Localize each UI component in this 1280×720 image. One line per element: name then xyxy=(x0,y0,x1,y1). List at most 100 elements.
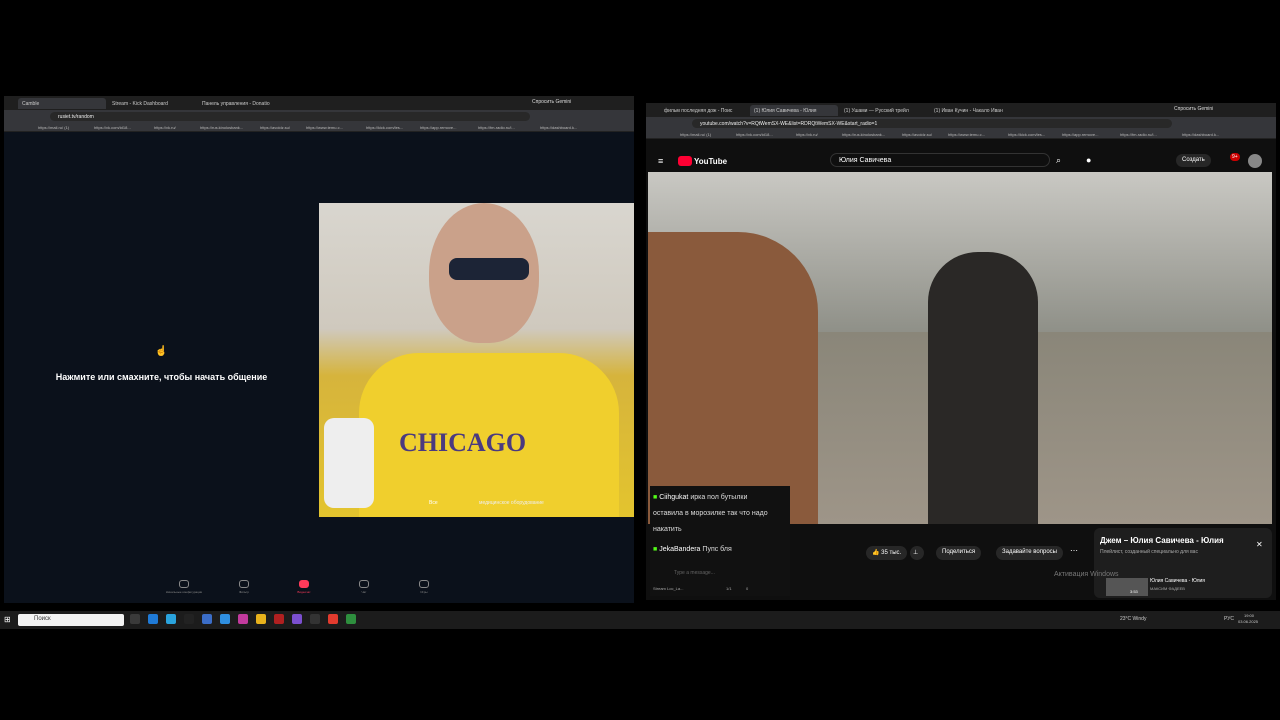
left-bm-5[interactable]: https://avoidz.su/ xyxy=(260,125,290,130)
nav-games-label: Игры xyxy=(420,590,428,594)
right-bm-10[interactable]: https://dashboard.k... xyxy=(1182,132,1219,137)
chat-start-prompt[interactable]: Нажмите или смахните, чтобы начать общен… xyxy=(4,372,319,382)
video-person-left xyxy=(648,232,818,524)
nav-config[interactable]: Начальные конфигурации xyxy=(164,580,204,594)
app-icon[interactable] xyxy=(310,614,320,624)
chat-line: накатить xyxy=(653,526,682,533)
create-label: Создать xyxy=(1182,157,1205,163)
create-button[interactable]: Создать xyxy=(1176,154,1211,167)
left-bm-1[interactable]: https://mail.ru/ (1) xyxy=(38,125,69,130)
app-icon[interactable] xyxy=(184,614,194,624)
left-bm-3[interactable]: https://vk.ru/ xyxy=(154,125,176,130)
right-bm-9[interactable]: https://fm-radio.ru/i... xyxy=(1120,132,1157,137)
app-icon[interactable] xyxy=(274,614,284,624)
more-icon[interactable]: ⋯ xyxy=(1070,546,1078,555)
clock-time[interactable]: 19:00 xyxy=(1244,613,1254,618)
search-icon[interactable]: ⌕ xyxy=(1056,155,1061,166)
left-tab-bar: Camble Stream - Kick Dashboard Панель уп… xyxy=(4,96,634,110)
right-tab-1[interactable]: фильм последняя дож - Поис xyxy=(660,105,748,116)
video-person-right xyxy=(928,252,1038,524)
taskbar-search[interactable]: Поиск xyxy=(18,614,124,626)
like-count: 35 тыс. xyxy=(881,550,902,556)
left-tab-2[interactable]: Stream - Kick Dashboard xyxy=(108,98,196,109)
like-button[interactable]: 👍 35 тыс. xyxy=(866,546,908,560)
right-address-bar[interactable]: youtube.com/watch?v=RQtWemSX-WE&list=RDR… xyxy=(692,119,1172,128)
games-icon xyxy=(419,580,429,588)
left-bm-2[interactable]: https://vk.com/id18... xyxy=(94,125,131,130)
left-bm-10[interactable]: https://dashboard.k... xyxy=(540,125,577,130)
left-tab-3[interactable]: Панель управления - Donatio xyxy=(198,98,290,109)
chat-icon xyxy=(359,580,369,588)
right-tab-3[interactable]: (1) Ушами — Русский трейл xyxy=(840,105,928,116)
right-gemini-button[interactable]: Спросить Gemini xyxy=(1174,106,1213,112)
menu-icon[interactable]: ≡ xyxy=(658,156,663,166)
right-bm-3[interactable]: https://vk.ru/ xyxy=(796,132,818,137)
chat-user: Ciihgukat xyxy=(659,494,689,501)
left-bm-8[interactable]: https://app.remove... xyxy=(420,125,456,130)
chat-text: Пупс бля xyxy=(702,546,732,553)
right-bm-8[interactable]: https://app.remove... xyxy=(1062,132,1098,137)
left-bm-4[interactable]: https://rus.kinolosbank... xyxy=(200,125,243,130)
right-tab-2-label: (1) Юлия Савичева - Юлия xyxy=(754,108,817,114)
nav-chat[interactable]: Чат xyxy=(344,580,384,594)
avatar[interactable] xyxy=(1248,154,1262,168)
close-icon[interactable]: ✕ xyxy=(1256,540,1263,549)
right-bm-2[interactable]: https://vk.com/id18... xyxy=(736,132,773,137)
left-bm-6[interactable]: https://www.temu.c... xyxy=(306,125,343,130)
right-bm-1[interactable]: https://mail.ru/ (1) xyxy=(680,132,711,137)
cam-filter-label[interactable]: Все xyxy=(429,500,438,506)
chrome-icon[interactable] xyxy=(328,614,338,624)
ask-button[interactable]: Задавайте вопросы xyxy=(996,546,1063,560)
clock-date: 03.06.2025 xyxy=(1238,619,1259,624)
mic-icon[interactable]: ● xyxy=(1086,155,1091,165)
right-tab-4-label: (1) Иван Кучин - Чакало Иван xyxy=(934,108,1003,114)
edge-icon[interactable] xyxy=(148,614,158,624)
app-icon[interactable] xyxy=(346,614,356,624)
telegram-icon[interactable] xyxy=(166,614,176,624)
app-icon[interactable] xyxy=(202,614,212,624)
dislike-button[interactable]: ⊥ xyxy=(910,546,924,560)
left-gemini-button[interactable]: Спросить Gemini xyxy=(532,99,571,105)
right-bm-5[interactable]: https://avoidz.su/ xyxy=(902,132,932,137)
app-icon[interactable] xyxy=(238,614,248,624)
windows-activation: Активация Windows xyxy=(1054,571,1119,578)
task-view-icon[interactable] xyxy=(130,614,140,624)
mix-sub: Плейлист, созданный специально для вас xyxy=(1100,549,1198,555)
mix-panel: Джем – Юлия Савичева - Юлия Плейлист, со… xyxy=(1094,528,1272,598)
right-bm-7[interactable]: https://kick.com/les... xyxy=(1008,132,1045,137)
nav-videochat[interactable]: Видеочат xyxy=(284,580,324,594)
nav-filter-label: Фильтр xyxy=(238,590,250,594)
chat-footer: Stream Loc_La... xyxy=(653,586,684,591)
nav-games[interactable]: Игры xyxy=(404,580,444,594)
left-tab-1[interactable]: Camble xyxy=(18,98,106,109)
weather[interactable]: 23°C Windy xyxy=(1120,616,1146,622)
language[interactable]: РУС xyxy=(1224,616,1234,622)
app-icon[interactable] xyxy=(292,614,302,624)
folder-icon[interactable] xyxy=(256,614,266,624)
right-tab-2[interactable]: (1) Юлия Савичева - Юлия xyxy=(750,105,838,116)
app-icon[interactable] xyxy=(220,614,230,624)
left-bm-9[interactable]: https://fm-radio.ru/i... xyxy=(478,125,515,130)
ask-label: Задавайте вопросы xyxy=(1002,549,1057,555)
next-title[interactable]: Юлия Савичева - Юлия xyxy=(1150,578,1205,584)
right-bm-4[interactable]: https://rus.kinolosbank... xyxy=(842,132,885,137)
youtube-header: ≡ YouTube Юлия Савичева ⌕ ● Создать 9+ xyxy=(646,150,1276,172)
left-address-bar[interactable]: rusiet.tv/random xyxy=(50,112,530,121)
video-player[interactable] xyxy=(648,172,1272,524)
share-button[interactable]: Поделиться xyxy=(936,546,982,560)
webcam-video: CHICAGO Все медицинское оборудование xyxy=(319,203,634,517)
left-tab-2-label: Stream - Kick Dashboard xyxy=(112,101,168,107)
youtube-logo-icon[interactable] xyxy=(678,156,692,166)
next-thumbnail[interactable] xyxy=(1106,578,1148,596)
notification-badge[interactable]: 9+ xyxy=(1230,153,1240,161)
right-bm-6[interactable]: https://www.temu.c... xyxy=(948,132,985,137)
search-input[interactable]: Юлия Савичева xyxy=(830,153,1050,167)
chat-input[interactable]: Type a message... xyxy=(674,570,715,576)
right-tab-4[interactable]: (1) Иван Кучин - Чакало Иван xyxy=(930,105,1018,116)
thumb-down-icon: ⊥ xyxy=(913,550,919,556)
nav-filter[interactable]: Фильтр xyxy=(224,580,264,594)
mix-title[interactable]: Джем – Юлия Савичева - Юлия xyxy=(1100,536,1224,545)
left-bm-7[interactable]: https://kick.com/les... xyxy=(366,125,403,130)
shirt-print: CHICAGO xyxy=(399,428,527,457)
windows-start-icon[interactable]: ⊞ xyxy=(4,615,11,624)
